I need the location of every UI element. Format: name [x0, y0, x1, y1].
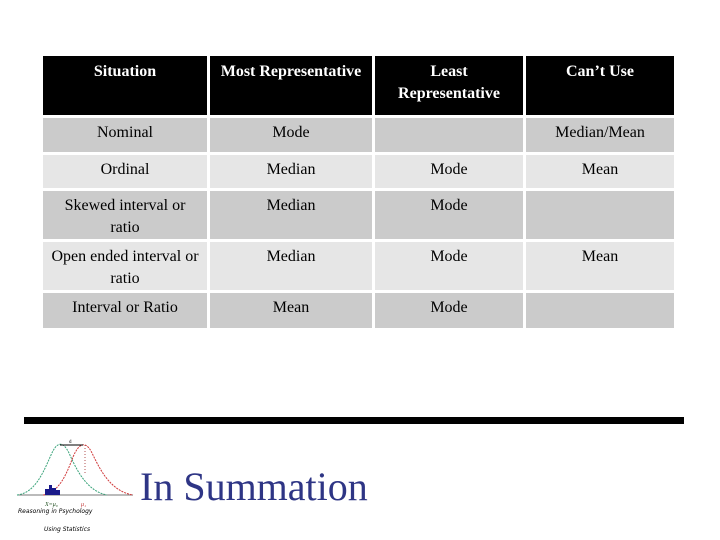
summary-table: Situation Most Representative Least Repr…	[40, 53, 677, 331]
slide-title: In Summation	[140, 464, 368, 509]
left-curve	[16, 443, 108, 496]
logo-caption-reasoning: Reasoning in Psychology	[18, 508, 93, 515]
logo-caption-statistics: Using Statistics	[44, 526, 91, 533]
cell-least-representative: Mode	[375, 191, 523, 239]
cell-least-representative	[375, 118, 523, 152]
header-least-representative: Least Representative	[375, 56, 523, 115]
cell-cant-use: Mean	[526, 242, 674, 290]
histogram-bar	[52, 488, 56, 495]
header-most-representative: Most Representative	[210, 56, 372, 115]
cell-situation: Open ended interval or ratio	[43, 242, 207, 290]
cell-least-representative: Mode	[375, 155, 523, 188]
cell-most-representative: Median	[210, 191, 372, 239]
cell-situation: Ordinal	[43, 155, 207, 188]
histogram-bar	[49, 485, 52, 495]
header-cant-use: Can’t Use	[526, 56, 674, 115]
cell-most-representative: Median	[210, 155, 372, 188]
table-row: Ordinal Median Mode Mean	[43, 155, 674, 188]
divider-bar	[24, 417, 684, 424]
cell-cant-use: Mean	[526, 155, 674, 188]
cell-least-representative: Mode	[375, 242, 523, 290]
cell-cant-use	[526, 293, 674, 328]
cell-most-representative: Mean	[210, 293, 372, 328]
histogram-bar	[56, 490, 60, 495]
right-curve	[42, 444, 134, 496]
table-row: Skewed interval or ratio Median Mode	[43, 191, 674, 239]
cell-cant-use: Median/Mean	[526, 118, 674, 152]
cell-situation: Nominal	[43, 118, 207, 152]
header-situation: Situation	[43, 56, 207, 115]
histogram-bar	[45, 489, 49, 495]
table-header-row: Situation Most Representative Least Repr…	[43, 56, 674, 115]
table-row: Open ended interval or ratio Median Mode…	[43, 242, 674, 290]
table-row: Interval or Ratio Mean Mode	[43, 293, 674, 328]
normal-distribution-curves-icon: d X=μ₀ μ₁	[16, 440, 134, 508]
table-row: Nominal Mode Median/Mean	[43, 118, 674, 152]
cell-situation: Interval or Ratio	[43, 293, 207, 328]
cell-most-representative: Median	[210, 242, 372, 290]
svg-text:d: d	[69, 440, 72, 445]
course-logo: d X=μ₀ μ₁ Reasoning in Psychology Using …	[15, 433, 135, 538]
cell-most-representative: Mode	[210, 118, 372, 152]
cell-situation: Skewed interval or ratio	[43, 191, 207, 239]
cell-least-representative: Mode	[375, 293, 523, 328]
cell-cant-use	[526, 191, 674, 239]
